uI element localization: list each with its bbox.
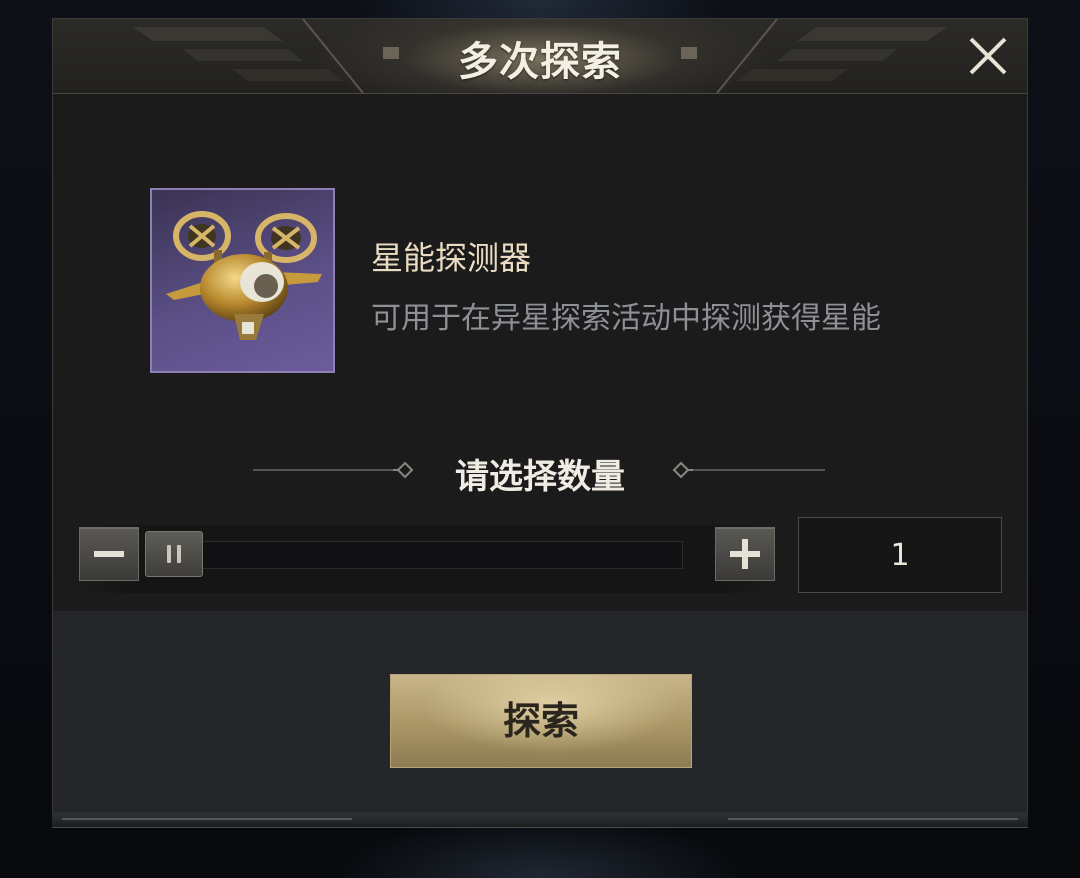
quantity-slider-track[interactable]: [173, 541, 683, 569]
multi-explore-dialog: 多次探索 星能探测器 可用于在异星探索活动中探测获得星能 请选择数量 1 探索: [52, 18, 1028, 826]
quantity-slider-thumb[interactable]: [145, 531, 203, 577]
close-icon: [969, 37, 1007, 75]
dialog-footer: 探索: [53, 611, 1027, 813]
divider-right-arrow: [672, 461, 825, 479]
panel-bottom-trim: [52, 812, 1028, 828]
explore-button[interactable]: 探索: [390, 674, 692, 768]
minus-icon: [94, 551, 124, 557]
decrease-button[interactable]: [79, 527, 139, 581]
dialog-title: 多次探索: [458, 39, 622, 85]
plus-icon: [730, 539, 760, 569]
quantity-input[interactable]: [798, 517, 1002, 593]
drone-probe-icon: [166, 211, 322, 340]
item-description: 可用于在异星探索活动中探测获得星能: [371, 301, 881, 336]
increase-button[interactable]: [715, 527, 775, 581]
quantity-heading: 请选择数量: [455, 457, 625, 497]
thumb-grip-right: [177, 545, 181, 563]
item-image: [150, 188, 335, 373]
dialog-header: 多次探索: [53, 19, 1027, 94]
thumb-grip-left: [167, 545, 171, 563]
item-name: 星能探测器: [371, 239, 532, 277]
close-button[interactable]: [963, 31, 1013, 81]
